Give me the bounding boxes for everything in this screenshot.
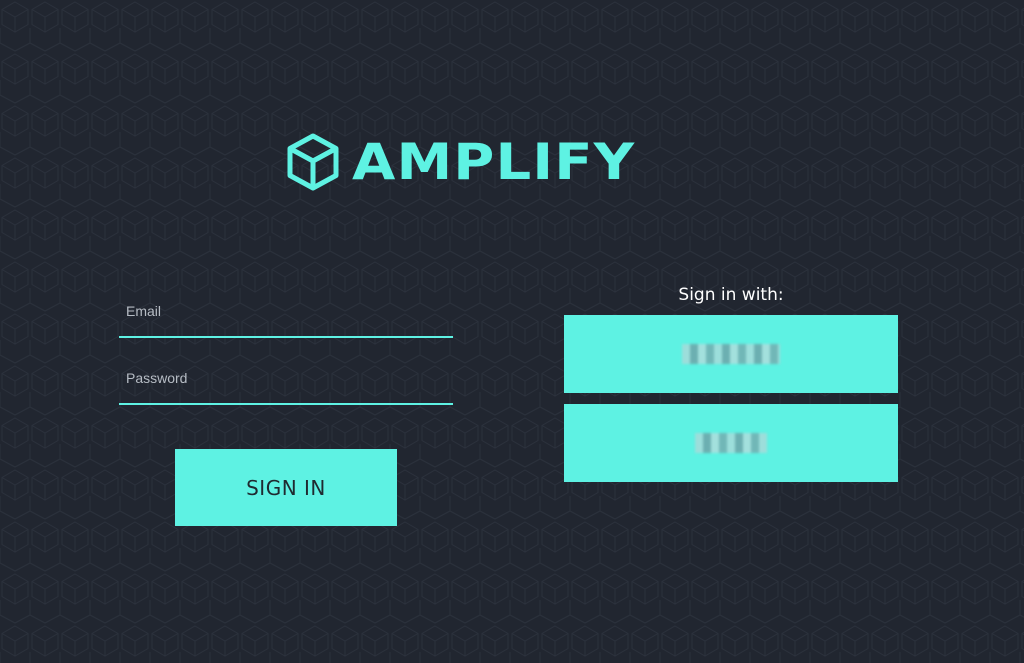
password-field[interactable]: [119, 363, 453, 405]
provider-button-1[interactable]: [564, 315, 898, 393]
brand-name: AMPLIFY: [352, 133, 636, 191]
email-input[interactable]: [119, 296, 453, 336]
sign-in-button[interactable]: SIGN IN: [175, 449, 397, 526]
provider-label-redacted: [682, 344, 780, 364]
cube-icon: [287, 133, 339, 191]
provider-label-redacted: [695, 433, 767, 453]
password-input[interactable]: [119, 363, 453, 403]
sign-in-button-label: SIGN IN: [246, 475, 326, 500]
sign-in-with-heading: Sign in with:: [678, 285, 784, 305]
provider-button-2[interactable]: [564, 404, 898, 482]
email-field[interactable]: [119, 296, 453, 338]
brand-logo: AMPLIFY: [284, 132, 634, 192]
